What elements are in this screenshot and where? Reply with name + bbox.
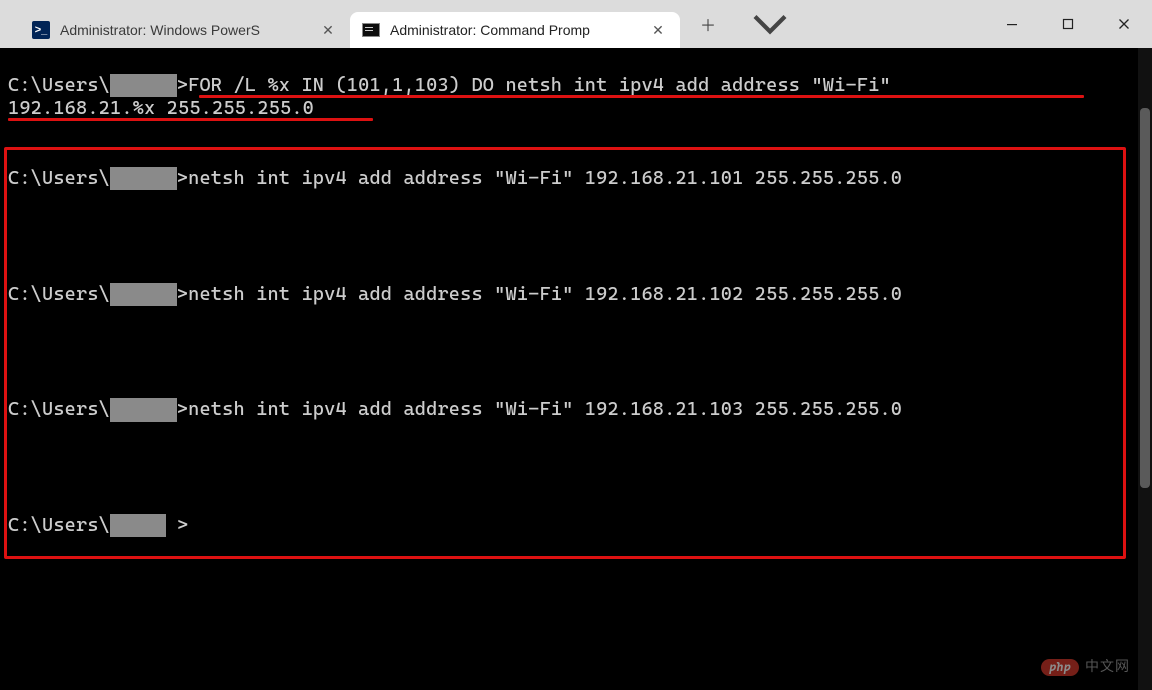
tab-title: Administrator: Command Promp: [390, 22, 638, 38]
terminal-viewport[interactable]: C:\Users\XXXXXX>FOR /L %x IN (101,1,103)…: [0, 48, 1152, 690]
powershell-icon: >_: [32, 21, 50, 39]
minimize-button[interactable]: [984, 0, 1040, 48]
tab-dropdown-button[interactable]: [752, 6, 788, 42]
blank-line: [8, 120, 1144, 143]
chevron-down-icon: [752, 6, 788, 42]
close-icon[interactable]: ✕: [648, 22, 668, 39]
new-tab-button[interactable]: ＋: [690, 6, 726, 42]
tab-strip: >_ Administrator: Windows PowerS ✕ Admin…: [0, 0, 680, 48]
close-icon: [1118, 18, 1130, 30]
tab-cmd[interactable]: Administrator: Command Promp ✕: [350, 12, 680, 48]
watermark-text: 中文网: [1085, 659, 1130, 676]
window-controls: [984, 0, 1152, 48]
scrollbar-thumb[interactable]: [1140, 108, 1150, 488]
close-icon[interactable]: ✕: [318, 22, 338, 39]
scrollbar-vertical[interactable]: [1138, 48, 1152, 690]
maximize-button[interactable]: [1040, 0, 1096, 48]
watermark: php 中文网: [1041, 659, 1130, 676]
annotation-underline: [199, 95, 1084, 98]
close-button[interactable]: [1096, 0, 1152, 48]
maximize-icon: [1062, 18, 1074, 30]
tab-powershell[interactable]: >_ Administrator: Windows PowerS ✕: [20, 12, 350, 48]
annotation-box: [4, 147, 1126, 559]
cmd-icon: [362, 21, 380, 39]
command-line-2: 192.168.21.%x 255.255.255.0: [8, 97, 1144, 120]
redacted-username: XXXXXX: [110, 74, 177, 97]
tab-title: Administrator: Windows PowerS: [60, 22, 308, 38]
tab-actions: ＋: [680, 0, 788, 48]
annotation-underline: [8, 118, 373, 121]
minimize-icon: [1006, 18, 1018, 30]
terminal-window: >_ Administrator: Windows PowerS ✕ Admin…: [0, 0, 1152, 690]
command-line-1: C:\Users\XXXXXX>FOR /L %x IN (101,1,103)…: [8, 74, 1144, 97]
watermark-badge: php: [1041, 659, 1079, 676]
titlebar: >_ Administrator: Windows PowerS ✕ Admin…: [0, 0, 1152, 48]
